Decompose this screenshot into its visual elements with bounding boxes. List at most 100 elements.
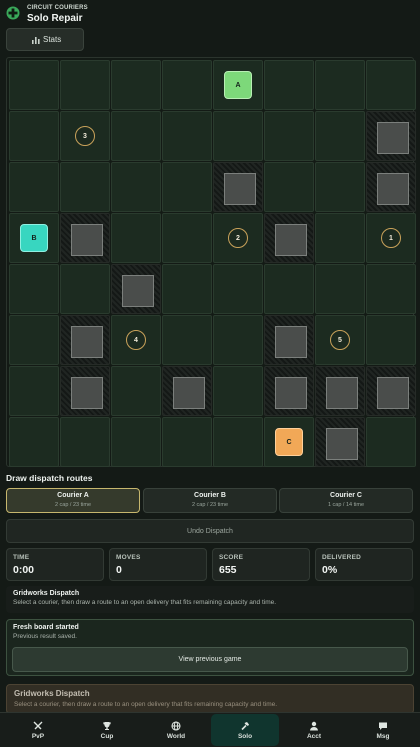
stat-label: MOVES [116,554,141,561]
grid-cell[interactable] [162,162,212,212]
grid-cell[interactable] [366,60,416,110]
grid-cell[interactable] [162,417,212,467]
grid-cell[interactable] [213,111,263,161]
grid-cell[interactable] [60,162,110,212]
stat-value: 0:00 [13,564,35,576]
wall-cell [264,213,314,263]
grid-cell[interactable] [315,162,365,212]
hammer-icon [241,721,249,730]
hub-c[interactable]: C [275,428,303,456]
grid-cell[interactable] [264,60,314,110]
toast-title: Gridworks Dispatch [14,689,90,698]
grid-cell[interactable] [9,111,59,161]
result-text: Previous result saved. [13,633,77,640]
grid-cell[interactable] [60,417,110,467]
nav-acct[interactable]: Acct [280,714,348,746]
hub-a[interactable]: A [224,71,252,99]
app-title: CIRCUIT COURIERS [27,5,88,11]
stat-value: 655 [219,564,237,576]
grid-cell[interactable] [264,264,314,314]
grid-cell[interactable] [111,162,161,212]
nav-label: Solo [237,732,253,740]
grid-cell[interactable] [111,417,161,467]
grid-cell[interactable] [264,162,314,212]
courier-a-button[interactable]: Courier A 2 cap / 23 time [6,488,140,513]
wall-cell [264,315,314,365]
grid-cell[interactable] [111,213,161,263]
courier-meta: 2 cap / 23 time [54,502,92,508]
wall-cell [315,417,365,467]
stats-button[interactable]: Stats [6,28,84,51]
grid-cell[interactable] [213,417,263,467]
grid-cell[interactable] [315,264,365,314]
stat-value: 0 [116,564,122,576]
grid-cell[interactable] [264,111,314,161]
trophy-icon [103,721,111,730]
nav-cup[interactable]: Cup [73,714,141,746]
grid-cell[interactable] [9,417,59,467]
stat-label: TIME [13,554,30,561]
courier-c-button[interactable]: Courier C 1 cap / 14 time [279,488,413,513]
grid-cell[interactable] [9,60,59,110]
bottom-nav: PvP Cup World Solo Acct Msg [0,712,420,747]
grid-cell[interactable] [9,366,59,416]
nav-world[interactable]: World [142,714,210,746]
delivery-marker[interactable]: 4 [126,330,146,350]
grid-cell[interactable] [162,60,212,110]
courier-meta: 2 cap / 23 time [191,502,229,508]
grid-cell[interactable] [315,213,365,263]
grid-cell[interactable] [60,60,110,110]
grid-cell[interactable] [111,111,161,161]
grid-cell[interactable] [162,264,212,314]
stat-label: DELIVERED [322,554,362,561]
delivery-marker[interactable]: 3 [75,126,95,146]
hub-b[interactable]: B [20,224,48,252]
message-icon [379,722,387,730]
delivery-marker[interactable]: 5 [330,330,350,350]
nav-msg[interactable]: Msg [349,714,417,746]
wall-cell [162,366,212,416]
nav-label: Cup [100,732,114,740]
grid-cell[interactable] [162,213,212,263]
courier-b-button[interactable]: Courier B 2 cap / 23 time [143,488,277,513]
globe-icon [171,720,181,731]
grid-cell[interactable] [111,60,161,110]
delivery-marker[interactable]: 1 [381,228,401,248]
grid-cell[interactable] [9,315,59,365]
grid-cell[interactable] [9,162,59,212]
grid-cell[interactable] [366,264,416,314]
grid-cell[interactable] [366,315,416,365]
nav-label: Acct [306,732,322,740]
grid-cell[interactable] [162,111,212,161]
nav-solo[interactable]: Solo [211,714,279,746]
grid-cell[interactable] [162,315,212,365]
wall-cell [366,366,416,416]
wall-cell [264,366,314,416]
grid-cell[interactable] [213,315,263,365]
stat-label: SCORE [219,554,244,561]
grid-cell[interactable] [366,417,416,467]
delivery-marker[interactable]: 2 [228,228,248,248]
view-previous-game-button[interactable]: View previous game [12,647,408,672]
grid-cell[interactable] [315,111,365,161]
instructions-title: Gridworks Dispatch [13,590,80,597]
routes-title: Draw dispatch routes [6,473,93,483]
result-panel: Fresh board started Previous result save… [6,619,414,676]
stat-value: 0% [322,564,338,576]
grid-cell[interactable] [111,366,161,416]
undo-dispatch-button[interactable]: Undo Dispatch [6,519,414,543]
grid-cell[interactable] [9,264,59,314]
nav-label: World [166,732,186,740]
stat-delivered: DELIVERED 0% [315,548,413,581]
grid-cell[interactable] [213,264,263,314]
game-board[interactable]: A B C 3 2 1 4 5 [6,57,416,467]
wall-cell [60,315,110,365]
grid-cell[interactable] [315,60,365,110]
stat-moves: MOVES 0 [109,548,207,581]
grid-cell[interactable] [60,264,110,314]
nav-label: Msg [376,732,390,740]
grid-cell[interactable] [213,366,263,416]
nav-pvp[interactable]: PvP [4,714,72,746]
wall-cell [315,366,365,416]
wall-cell [60,213,110,263]
